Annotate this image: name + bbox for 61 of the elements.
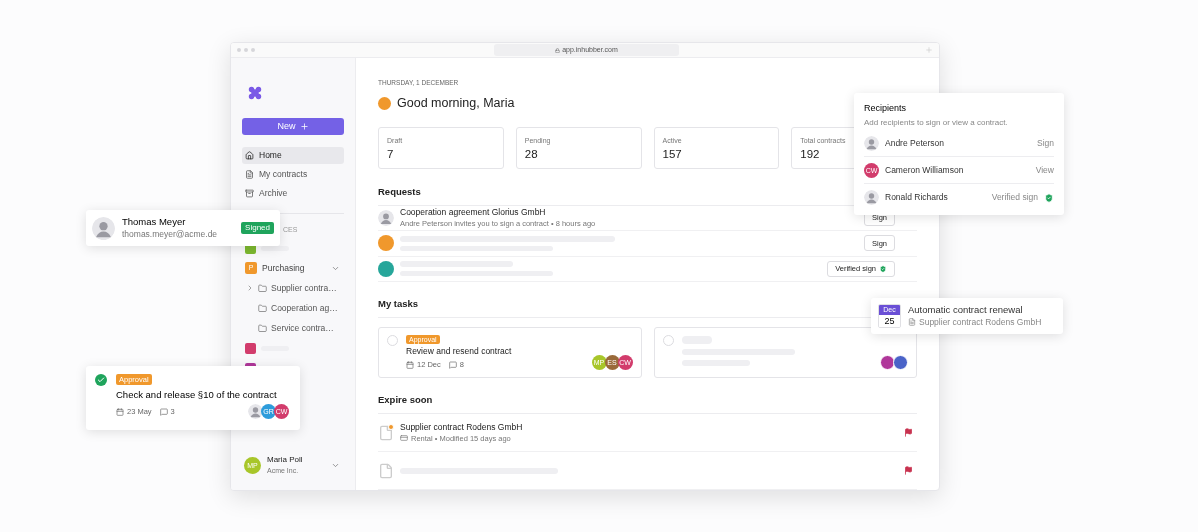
- document-icon: [245, 170, 254, 179]
- stat-value: 157: [662, 146, 682, 162]
- popover-subtitle: Add recipients to sign or view a contract.: [864, 117, 1009, 128]
- person-avatar: [248, 404, 263, 419]
- person-avatar: [92, 216, 115, 240]
- signed-badge: Signed: [241, 222, 274, 234]
- card-icon: [400, 434, 408, 442]
- folder-icon: [258, 303, 267, 313]
- calendar-icon: [406, 360, 414, 369]
- folder-name[interactable]: Service contra…: [271, 321, 334, 335]
- logo-icon: [248, 86, 262, 100]
- renewal-contract: Supplier contract Rodens GmbH: [919, 316, 1042, 328]
- recipient-role[interactable]: Sign: [1037, 136, 1054, 150]
- folder-name[interactable]: Cooperation ag…: [271, 301, 338, 315]
- task-title: Check and release §10 of the contract: [116, 388, 278, 401]
- request-title[interactable]: Cooperation agreement Glorius GmbH: [400, 206, 858, 218]
- section-title: Expire soon: [378, 394, 433, 406]
- recipient-name: Andre Peterson: [885, 136, 946, 150]
- recipient-role[interactable]: Verified sign: [991, 191, 1038, 204]
- plus-icon: [299, 122, 309, 131]
- contact-name: Thomas Meyer: [122, 216, 187, 228]
- popover-title: Recipients: [864, 102, 908, 114]
- home-icon: [245, 151, 254, 160]
- contact-email: thomas.meyer@acme.de: [122, 228, 219, 240]
- user-name: Maria Poll: [267, 454, 304, 465]
- stat-value: 192: [800, 146, 820, 162]
- document-icon: [378, 423, 394, 442]
- document-icon: [908, 318, 916, 326]
- folder-icon: [258, 323, 267, 333]
- folder-name[interactable]: Supplier contra…: [271, 281, 337, 295]
- section-title: My tasks: [378, 298, 419, 310]
- recipient-name: Cameron Williamson: [885, 163, 965, 177]
- comment-icon: [159, 407, 168, 416]
- contract-title[interactable]: Supplier contract Rodens GmbH: [400, 421, 898, 433]
- check-icon[interactable]: [95, 374, 107, 386]
- greeting: Good morning, Maria: [397, 95, 515, 112]
- person-avatar: [378, 209, 394, 226]
- renewal-title: Automatic contract renewal: [908, 304, 1024, 316]
- person-avatar: [864, 190, 879, 205]
- comment-icon: [448, 360, 457, 369]
- task-title: Review and resend contract: [406, 346, 512, 357]
- document-icon: [378, 461, 394, 480]
- archive-icon: [245, 189, 254, 198]
- placeholder-bar: [261, 245, 289, 251]
- nav-item[interactable]: Archive: [242, 185, 344, 202]
- stat-value: 7: [387, 146, 394, 162]
- folder-icon: [258, 283, 267, 293]
- nav-item[interactable]: Home: [242, 147, 344, 164]
- person-avatar: [864, 135, 879, 151]
- section-title: Requests: [378, 185, 421, 198]
- nav-item[interactable]: My contracts: [242, 166, 344, 183]
- flag-icon[interactable]: [904, 428, 913, 437]
- calendar-icon: [116, 407, 124, 416]
- stat-value: 28: [524, 146, 538, 162]
- new-button[interactable]: New: [242, 118, 344, 135]
- workspace-name[interactable]: Purchasing: [262, 261, 326, 275]
- recipient-name: Ronald Richards: [885, 191, 949, 204]
- new-tab-icon[interactable]: [925, 46, 933, 54]
- lock-icon: [555, 47, 561, 53]
- recipient-role[interactable]: View: [1035, 163, 1054, 177]
- flag-icon[interactable]: [904, 466, 913, 475]
